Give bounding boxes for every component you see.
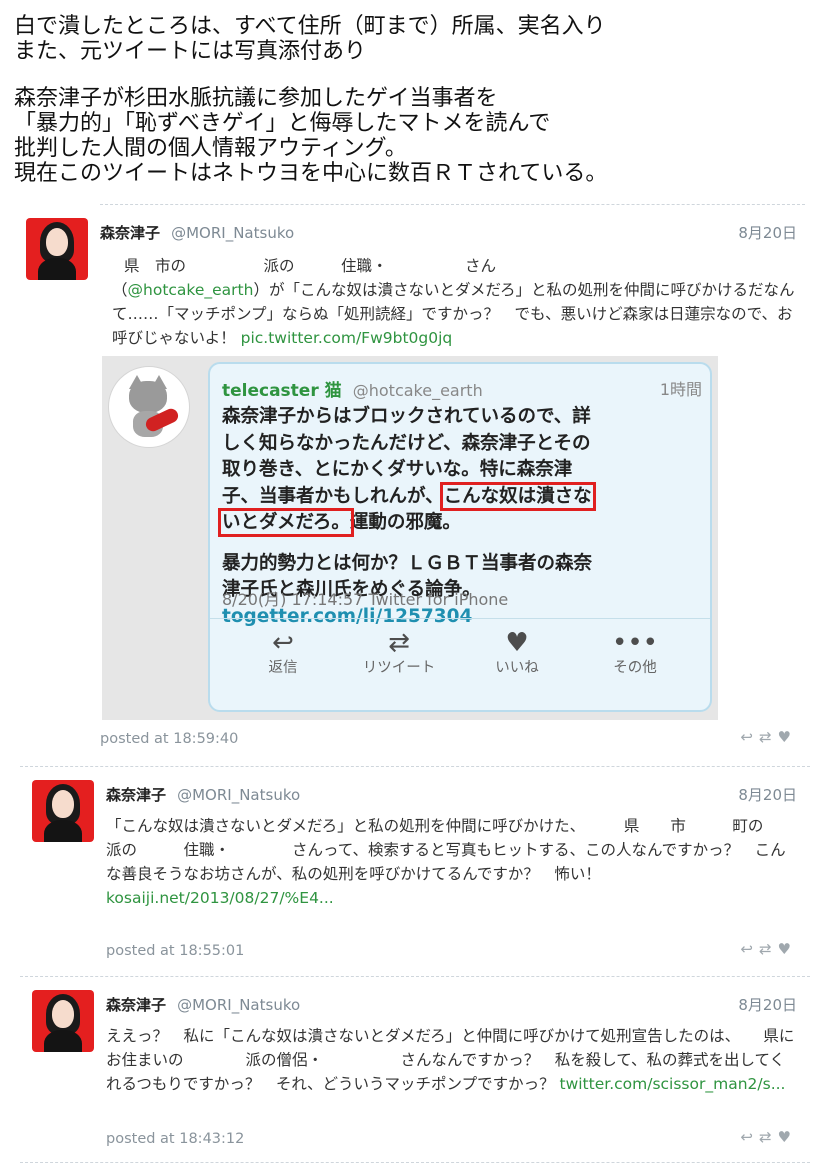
kosaiji-link[interactable]: kosaiji.net/2013/08/27/%E4...: [106, 889, 334, 907]
reply-action: ↩ 返信: [238, 628, 328, 678]
tweet-date[interactable]: 8月20日: [738, 222, 797, 243]
tweet-text-part: 「こんな奴は潰さないとダメだろ」と私の処刑を仲間に呼びかけた、 県 市 町の 派…: [106, 817, 827, 883]
divider: [20, 976, 810, 977]
author-handle[interactable]: @MORI_Natsuko: [177, 786, 300, 804]
embedded-time: 1時間: [659, 380, 702, 399]
author-handle[interactable]: @MORI_Natsuko: [171, 224, 294, 242]
more-action: ••• その他: [590, 628, 680, 678]
caption-line: 批判した人間の個人情報アウティング。: [14, 136, 407, 161]
caption-line: 「暴力的」「恥ずべきゲイ」と侮辱したマトメを読んで: [14, 111, 551, 136]
pic-link[interactable]: pic.twitter.com/Fw9bt0g0jq: [241, 329, 453, 347]
retweet-icon[interactable]: ⇄: [759, 728, 778, 746]
tweet-actions: ↩⇄♥: [740, 1128, 797, 1146]
mention-link[interactable]: @hotcake_earth: [128, 281, 254, 299]
divider: [20, 1162, 810, 1163]
divider: [210, 618, 710, 619]
retweet-action: ⇄ リツイート: [354, 628, 444, 678]
tweet-text: 「こんな奴は潰さないとダメだろ」と私の処刑を仲間に呼びかけた、 県 市 町の 派…: [106, 814, 827, 910]
action-label: リツイート: [362, 660, 436, 676]
caption: 白で潰したところは、すべて住所（町まで）所属、実名入り また、元ツイートには写真…: [14, 14, 814, 186]
tweet-footer: posted at 18:43:12 ↩⇄♥: [106, 1128, 797, 1150]
posted-time: posted at 18:43:12: [106, 1131, 245, 1147]
tweet-footer: posted at 18:55:01 ↩⇄♥: [106, 940, 797, 962]
caption-line: 白で潰したところは、すべて住所（町まで）所属、実名入り: [14, 14, 606, 39]
author-name[interactable]: 森奈津子: [100, 224, 160, 242]
cat-avatar: [108, 366, 190, 448]
tweet-header: 森奈津子 @MORI_Natsuko 8月20日: [106, 994, 797, 1018]
embedded-text-part: 運動の邪魔。: [349, 512, 461, 533]
heart-icon[interactable]: ♥: [778, 1128, 797, 1146]
tweet-text-part: （: [112, 281, 128, 299]
reply-icon: ↩: [272, 628, 294, 658]
embedded-name: telecaster 猫: [222, 381, 342, 401]
retweet-icon: ⇄: [388, 628, 410, 658]
author-handle[interactable]: @MORI_Natsuko: [177, 996, 300, 1014]
tweet-footer: posted at 18:59:40 ↩⇄♥: [100, 728, 797, 750]
tweet-text: 県 市の 派の 住職・ さん （@hotcake_earth）が「こんな奴は潰さ…: [112, 254, 797, 350]
caption-line: また、元ツイートには写真添付あり: [14, 39, 367, 64]
divider: [20, 766, 810, 767]
tweet-header: 森奈津子 @MORI_Natsuko 8月20日: [106, 784, 797, 808]
heart-icon[interactable]: ♥: [778, 940, 797, 958]
heart-icon[interactable]: ♥: [778, 728, 797, 746]
tweet-header: 森奈津子 @MORI_Natsuko 8月20日: [100, 222, 797, 246]
embedded-handle: @hotcake_earth: [352, 381, 483, 400]
reply-icon[interactable]: ↩: [740, 728, 759, 746]
twitter-link[interactable]: twitter.com/scissor_man2/s...: [560, 1075, 786, 1093]
action-label: いいね: [495, 660, 539, 676]
reply-icon[interactable]: ↩: [740, 1128, 759, 1146]
heart-icon: ♥: [505, 628, 529, 658]
tweet-date[interactable]: 8月20日: [738, 784, 797, 805]
tweet-date[interactable]: 8月20日: [738, 994, 797, 1015]
caption-line: 現在このツイートはネトウヨを中心に数百ＲＴされている。: [14, 161, 608, 186]
caption-line: 森奈津子が杉田水脈抗議に参加したゲイ当事者を: [14, 86, 498, 111]
tweet-actions: ↩⇄♥: [740, 940, 797, 958]
like-action: ♥ いいね: [472, 628, 562, 678]
posted-time: posted at 18:59:40: [100, 731, 239, 747]
retweet-icon[interactable]: ⇄: [759, 940, 778, 958]
more-icon: •••: [611, 628, 658, 658]
avatar[interactable]: [32, 990, 94, 1052]
embedded-meta: 8/20(月) 17:14:57 Twitter for iPhone: [222, 590, 509, 609]
tweet-actions: ↩⇄♥: [740, 728, 797, 746]
action-label: その他: [613, 660, 657, 676]
avatar[interactable]: [26, 218, 88, 280]
embedded-actions: ↩ 返信 ⇄ リツイート ♥ いいね ••• その他: [102, 628, 718, 688]
reply-icon[interactable]: ↩: [740, 940, 759, 958]
embedded-header: telecaster 猫 @hotcake_earth 1時間: [222, 376, 702, 402]
attached-screenshot[interactable]: telecaster 猫 @hotcake_earth 1時間 森奈津子からはブ…: [102, 356, 718, 720]
avatar[interactable]: [32, 780, 94, 842]
author-name[interactable]: 森奈津子: [106, 996, 166, 1014]
divider: [100, 204, 805, 205]
posted-time: posted at 18:55:01: [106, 943, 245, 959]
author-name[interactable]: 森奈津子: [106, 786, 166, 804]
action-label: 返信: [268, 660, 298, 676]
tweet-text-part: 県 市の 派の 住職・ さん: [124, 257, 497, 275]
tweet-text: ええっ？ 私に「こんな奴は潰さないとダメだろ」と仲間に呼びかけて処刑宣告したのは…: [106, 1024, 797, 1096]
retweet-icon[interactable]: ⇄: [759, 1128, 778, 1146]
